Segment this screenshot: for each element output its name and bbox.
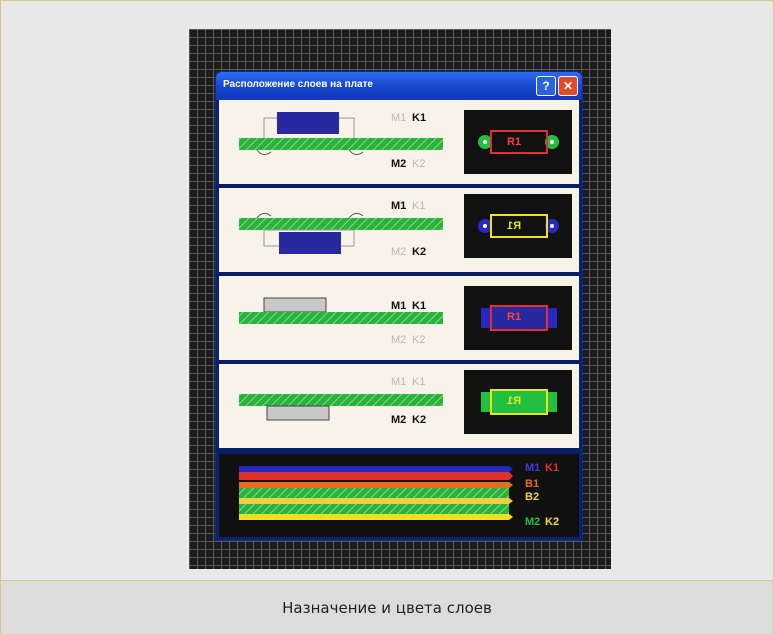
row3-m2: M2 xyxy=(391,334,407,346)
dialog-title: Расположение слоев на плате xyxy=(223,79,373,90)
row2-m2: M2 xyxy=(391,246,407,258)
row4-m1: M1 xyxy=(391,376,407,388)
dialog-client: M1 K1 M2 K2 R1 M1 K1 M2 K2 R1 M1 K1 M2 K… xyxy=(219,100,579,537)
component-body xyxy=(263,297,327,313)
row3-k2: K2 xyxy=(412,334,426,346)
board-cross-section xyxy=(239,286,572,350)
legend-m2: M2 xyxy=(525,516,541,528)
row3-m1: M1 xyxy=(391,300,407,312)
component-body xyxy=(279,232,341,254)
row4-m2: M2 xyxy=(391,414,407,426)
row4-part-label: R1 xyxy=(507,395,522,407)
row1-m1: M1 xyxy=(391,112,407,124)
row3-part-label: R1 xyxy=(507,311,522,323)
legend-m1: M1 xyxy=(525,462,541,474)
board-layer xyxy=(239,138,443,150)
figure-frame: Расположение слоев на плате ? ✕ M1 K1 M2… xyxy=(0,0,774,634)
help-button[interactable]: ? xyxy=(536,76,556,96)
layer-row-top-through: M1 K1 M2 K2 R1 xyxy=(219,276,579,360)
layer-legend: M1 K1 B1 B2 M2 K2 xyxy=(219,454,579,537)
row1-k1: K1 xyxy=(412,112,427,124)
layer-row-bottom-through: M1 K1 M2 K2 R1 xyxy=(219,364,579,448)
legend-b2: B2 xyxy=(525,491,540,503)
dialog-titlebar[interactable]: Расположение слоев на плате ? ✕ xyxy=(216,72,582,100)
row1-part-label: R1 xyxy=(507,136,522,148)
legend-b1: B1 xyxy=(525,478,540,490)
layer-dialog: Расположение слоев на плате ? ✕ M1 K1 M2… xyxy=(215,71,583,541)
figure-caption: Назначение и цвета слоев xyxy=(282,599,492,617)
close-button[interactable]: ✕ xyxy=(558,76,578,96)
component-body xyxy=(277,112,339,134)
row2-part-label: R1 xyxy=(507,220,522,232)
row4-k1: K1 xyxy=(412,376,426,388)
row2-m1: M1 xyxy=(391,200,407,212)
figure-area: Расположение слоев на плате ? ✕ M1 K1 M2… xyxy=(1,1,773,579)
layer-row-top-smd: M1 K1 M2 K2 R1 xyxy=(219,100,579,184)
row4-k2: K2 xyxy=(412,414,427,426)
row3-k1: K1 xyxy=(412,300,427,312)
legend-k2: K2 xyxy=(545,516,560,528)
row2-k1: K1 xyxy=(412,200,426,212)
row1-m2: M2 xyxy=(391,158,407,170)
row1-k2: K2 xyxy=(412,158,426,170)
legend-k1: K1 xyxy=(545,462,560,474)
component-body xyxy=(266,405,330,421)
board-layer xyxy=(239,312,443,324)
row2-k2: K2 xyxy=(412,246,427,258)
board-layer xyxy=(239,394,443,406)
caption-bar: Назначение и цвета слоев xyxy=(1,580,773,634)
board-layer xyxy=(239,218,443,230)
layer-row-bottom-smd: M1 K1 M2 K2 R1 xyxy=(219,188,579,272)
